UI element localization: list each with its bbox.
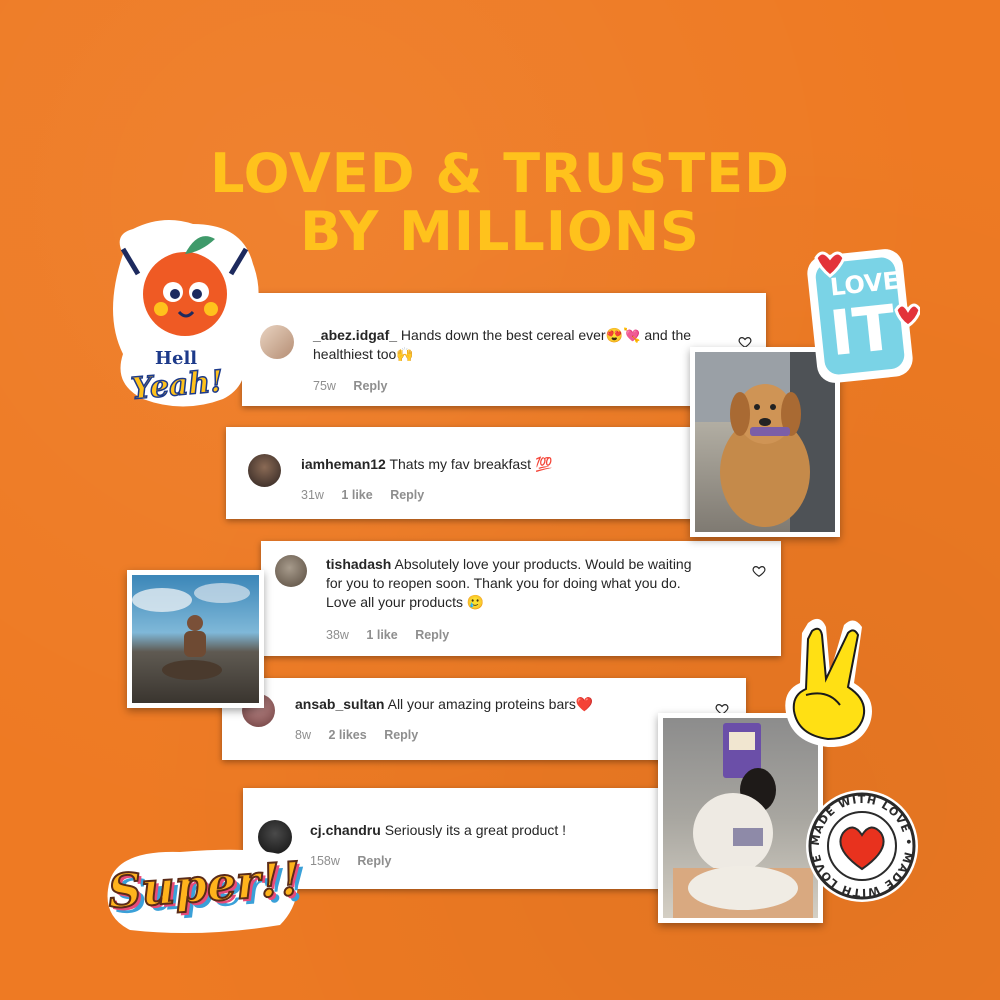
photo-beach bbox=[127, 570, 264, 708]
comment-text: Thats my fav breakfast 💯 bbox=[389, 456, 553, 472]
reply-link[interactable]: Reply bbox=[357, 854, 391, 868]
comment-username[interactable]: cj.chandru bbox=[310, 822, 381, 838]
comment-username[interactable]: _abez.idgaf_ bbox=[313, 327, 397, 343]
sticker-it-text: IT bbox=[826, 290, 900, 371]
reply-link[interactable]: Reply bbox=[353, 379, 387, 393]
avatar[interactable] bbox=[275, 555, 307, 587]
avatar[interactable] bbox=[248, 454, 281, 487]
comment-card: cj.chandru Seriously its a great product… bbox=[243, 788, 666, 889]
comment-text: Hands down the best cereal ever😍💘 and th… bbox=[400, 327, 692, 343]
sticker-super: Super!! bbox=[100, 840, 305, 940]
reply-link[interactable]: Reply bbox=[390, 488, 424, 502]
comment-username[interactable]: tishadash bbox=[326, 556, 391, 572]
comment-card: tishadash Absolutely love your products.… bbox=[261, 541, 781, 656]
sticker-hell-yeah: Hell Yeah! bbox=[103, 214, 266, 410]
comment-time: 75w bbox=[313, 379, 336, 393]
comment-time: 8w bbox=[295, 728, 311, 742]
heart-outline-icon[interactable] bbox=[752, 564, 766, 578]
comment-username[interactable]: ansab_sultan bbox=[295, 696, 384, 712]
beach-image bbox=[132, 583, 250, 680]
comment-time: 158w bbox=[310, 854, 340, 868]
comment-time: 38w bbox=[326, 628, 349, 642]
reply-link[interactable]: Reply bbox=[415, 628, 449, 642]
likes-count[interactable]: 2 likes bbox=[328, 728, 366, 742]
comment-text-line-2: healthiest too🙌 bbox=[313, 346, 414, 362]
comment-text-line-3: Love all your products 🥲 bbox=[326, 594, 485, 610]
comment-card: iamheman12 Thats my fav breakfast 💯 31w … bbox=[226, 427, 766, 519]
likes-count[interactable]: 1 like bbox=[341, 488, 372, 502]
reply-link[interactable]: Reply bbox=[384, 728, 418, 742]
peace-hand-icon bbox=[778, 613, 886, 753]
likes-count[interactable]: 1 like bbox=[366, 628, 397, 642]
comment-card: _abez.idgaf_ Hands down the best cereal … bbox=[242, 293, 766, 406]
headline-line-1: LOVED & TRUSTED bbox=[210, 142, 790, 205]
sticker-love-it: LOVE IT bbox=[800, 240, 922, 388]
comment-time: 31w bbox=[301, 488, 324, 502]
stamp-made-with-love: MADE WITH LOVE • MADE WITH LOVE • bbox=[799, 777, 921, 905]
comment-username[interactable]: iamheman12 bbox=[301, 456, 386, 472]
comment-text: Absolutely love your products. Would be … bbox=[394, 556, 692, 572]
comment-text: All your amazing proteins bars❤️ bbox=[387, 696, 594, 712]
comment-text: Seriously its a great product ! bbox=[384, 822, 566, 838]
comment-text-line-2: for you to reopen soon. Thank you for do… bbox=[326, 575, 681, 591]
